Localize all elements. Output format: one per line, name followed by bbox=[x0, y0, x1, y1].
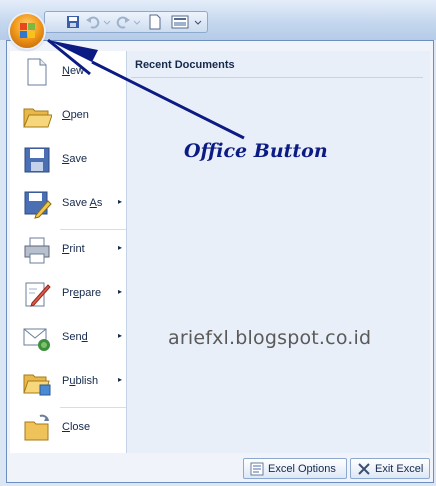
undo-icon[interactable] bbox=[85, 14, 101, 30]
menu-item-save[interactable]: Save bbox=[16, 141, 124, 179]
menu-item-close[interactable]: Close bbox=[16, 409, 124, 447]
customize-dropdown-icon[interactable] bbox=[193, 14, 203, 30]
office-button-annotation: Office Button bbox=[184, 140, 328, 162]
submenu-arrow-icon: ▸ bbox=[117, 287, 122, 296]
exit-excel-label: Exit Excel bbox=[375, 463, 424, 475]
menu-command-list: New Open Save Save As ▸ Print ▸ Prepare … bbox=[10, 51, 127, 453]
excel-options-label: Excel Options bbox=[268, 463, 336, 475]
save-icon[interactable] bbox=[65, 14, 81, 30]
redo-icon[interactable] bbox=[115, 14, 131, 30]
exit-excel-button[interactable]: Exit Excel bbox=[350, 458, 430, 479]
exit-icon bbox=[357, 462, 371, 479]
submenu-arrow-icon: ▸ bbox=[117, 375, 122, 384]
title-bar bbox=[0, 0, 436, 40]
watermark-text: ariefxl.blogspot.co.id bbox=[168, 327, 372, 349]
menu-item-open[interactable]: Open bbox=[16, 97, 124, 135]
menu-item-label: Print bbox=[62, 243, 85, 255]
excel-options-button[interactable]: Excel Options bbox=[243, 458, 347, 479]
menu-item-save-as[interactable]: Save As ▸ bbox=[16, 185, 124, 223]
redo-dropdown-icon[interactable] bbox=[133, 14, 141, 30]
menu-separator bbox=[60, 229, 126, 230]
recent-documents-title: Recent Documents bbox=[135, 59, 235, 71]
menu-item-label: Open bbox=[62, 109, 89, 121]
menu-item-label: Send bbox=[62, 331, 88, 343]
menu-item-print[interactable]: Print ▸ bbox=[16, 231, 124, 269]
close-folder-icon bbox=[22, 413, 52, 443]
save-as-icon bbox=[22, 189, 52, 219]
submenu-arrow-icon: ▸ bbox=[117, 243, 122, 252]
menu-separator bbox=[60, 407, 126, 408]
menu-item-publish[interactable]: Publish ▸ bbox=[16, 363, 124, 401]
menu-item-label: Close bbox=[62, 421, 91, 433]
recent-documents-pane: Recent Documents bbox=[127, 51, 430, 453]
office-logo-icon bbox=[20, 23, 35, 38]
options-icon bbox=[250, 462, 264, 479]
open-folder-icon bbox=[22, 101, 53, 131]
new-document-icon[interactable] bbox=[147, 14, 163, 30]
send-icon bbox=[22, 323, 52, 353]
printer-icon bbox=[22, 235, 52, 265]
undo-dropdown-icon[interactable] bbox=[103, 14, 111, 30]
menu-item-label: Prepare bbox=[62, 287, 102, 299]
menu-footer: Excel Options Exit Excel bbox=[10, 455, 430, 481]
prepare-icon bbox=[22, 279, 52, 309]
save-disk-icon bbox=[22, 145, 52, 175]
submenu-arrow-icon: ▸ bbox=[117, 197, 122, 206]
quick-access-toolbar bbox=[44, 11, 208, 33]
menu-item-label: Publish bbox=[62, 375, 99, 387]
recent-documents-divider bbox=[131, 77, 423, 78]
menu-item-label: New bbox=[62, 65, 85, 77]
menu-item-prepare[interactable]: Prepare ▸ bbox=[16, 275, 124, 313]
office-menu: New Open Save Save As ▸ Print ▸ Prepare … bbox=[6, 40, 434, 483]
menu-item-label: Save bbox=[62, 153, 88, 165]
office-button[interactable] bbox=[10, 14, 44, 48]
publish-icon bbox=[22, 367, 52, 397]
new-document-icon bbox=[22, 57, 52, 87]
menu-item-label: Save As bbox=[62, 197, 103, 209]
menu-item-send[interactable]: Send ▸ bbox=[16, 319, 124, 357]
menu-item-new[interactable]: New bbox=[16, 53, 124, 91]
submenu-arrow-icon: ▸ bbox=[117, 331, 122, 340]
print-preview-icon[interactable] bbox=[169, 14, 191, 30]
